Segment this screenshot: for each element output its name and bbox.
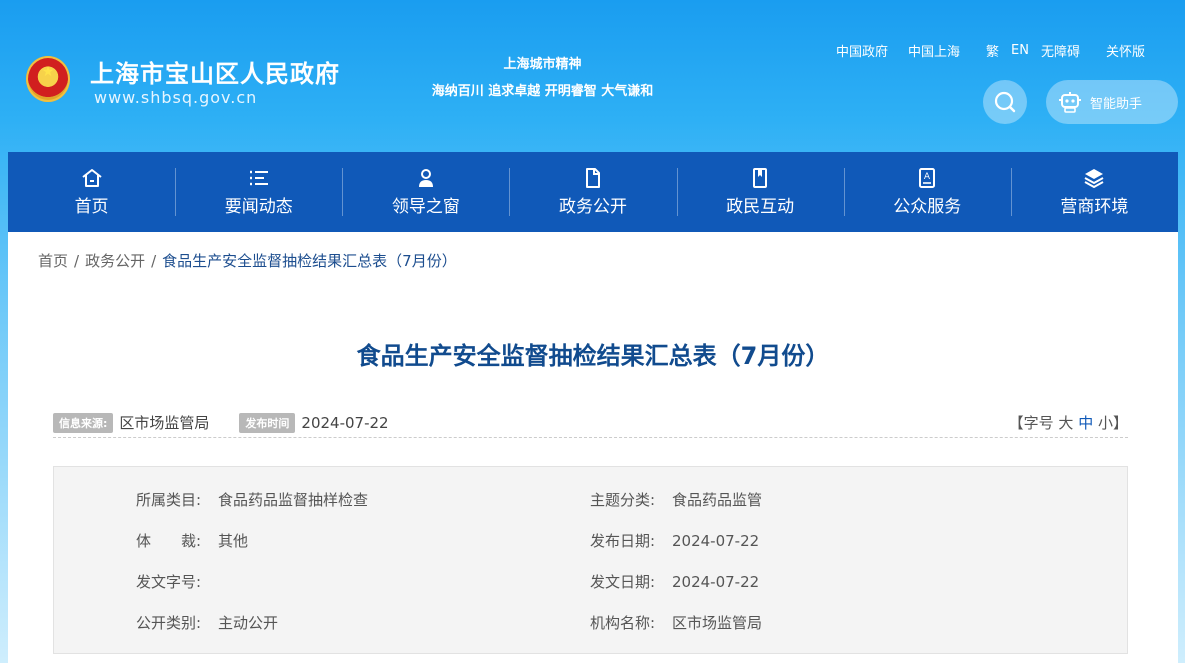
document-icon bbox=[585, 167, 600, 188]
breadcrumb-home[interactable]: 首页 bbox=[38, 250, 68, 271]
layers-icon bbox=[1084, 168, 1104, 188]
info-key: 体 裁: bbox=[136, 532, 202, 550]
list-icon bbox=[249, 170, 268, 185]
info-organization: 机构名称: 区市场监管局 bbox=[590, 612, 762, 633]
nav-item-news[interactable]: 要闻动态 bbox=[175, 152, 342, 232]
nav-item-label: 公众服务 bbox=[893, 196, 962, 217]
info-value: 2024-07-22 bbox=[672, 573, 760, 591]
nav-item-interaction[interactable]: 政民互动 bbox=[676, 152, 844, 232]
smart-assistant-label: 智能助手 bbox=[1090, 96, 1143, 112]
nav-item-gov-affairs[interactable]: 政务公开 bbox=[509, 152, 676, 232]
bookmark-icon bbox=[753, 167, 768, 188]
smart-assistant-button[interactable]: 智能助手 bbox=[1046, 80, 1178, 124]
info-docno: 发文字号: bbox=[136, 571, 218, 592]
person-icon bbox=[418, 168, 433, 187]
font-size-small-button[interactable]: 小】 bbox=[1098, 414, 1128, 432]
info-value: 食品药品监督抽样检查 bbox=[218, 491, 369, 509]
info-pubdate: 发布日期: 2024-07-22 bbox=[590, 530, 759, 551]
main-content: 首页 / 政务公开 / 食品生产安全监督抽检结果汇总表（7月份） 食品生产安全监… bbox=[8, 232, 1178, 663]
info-value: 其他 bbox=[218, 532, 249, 550]
nav-item-label: 政务公开 bbox=[558, 196, 627, 217]
national-emblem-icon bbox=[26, 56, 70, 102]
nav-item-business[interactable]: 营商环境 bbox=[1010, 152, 1178, 232]
info-issue-date: 发文日期: 2024-07-22 bbox=[590, 571, 759, 592]
main-nav: 首页 要闻动态 领导之窗 政务公开 政民互动 A 公众服务 营商环境 bbox=[8, 152, 1178, 232]
nav-item-public-service[interactable]: A 公众服务 bbox=[843, 152, 1011, 232]
form-icon: A bbox=[919, 167, 936, 188]
site-name[interactable]: 上海市宝山区人民政府 bbox=[90, 54, 340, 89]
info-key: 发布日期: bbox=[590, 532, 656, 550]
breadcrumb-separator: / bbox=[74, 251, 80, 270]
info-value: 2024-07-22 bbox=[672, 532, 760, 550]
info-genre: 体 裁: 其他 bbox=[136, 530, 248, 551]
link-traditional[interactable]: 繁 bbox=[986, 41, 999, 60]
breadcrumb-separator: / bbox=[151, 251, 157, 270]
breadcrumb-current: 食品生产安全监督抽检结果汇总表（7月份） bbox=[162, 252, 457, 270]
nav-item-label: 营商环境 bbox=[1060, 196, 1129, 217]
font-size-medium-button[interactable]: 中 bbox=[1078, 414, 1093, 432]
article-meta: 信息来源: 区市场监管局 发布时间 2024-07-22 【字号 大 中 小】 bbox=[53, 408, 1128, 438]
document-info-box: 所属类目: 食品药品监督抽样检查 主题分类: 食品药品监管 体 裁: 其他 发布日期:… bbox=[53, 466, 1128, 654]
info-open-category: 公开类别: 主动公开 bbox=[136, 612, 278, 633]
info-value: 主动公开 bbox=[218, 614, 279, 632]
link-shanghai[interactable]: 中国上海 bbox=[908, 41, 960, 60]
info-category: 所属类目: 食品药品监督抽样检查 bbox=[136, 489, 368, 510]
info-value: 区市场监管局 bbox=[672, 614, 763, 632]
link-accessibility[interactable]: 无障碍 bbox=[1041, 41, 1080, 60]
nav-item-label: 要闻动态 bbox=[224, 196, 293, 217]
nav-item-home[interactable]: 首页 bbox=[8, 152, 175, 232]
nav-item-label: 政民互动 bbox=[726, 196, 795, 217]
nav-item-label: 首页 bbox=[74, 196, 109, 217]
home-icon bbox=[81, 168, 102, 187]
date-badge: 发布时间 bbox=[239, 412, 296, 433]
date-value: 2024-07-22 bbox=[301, 413, 389, 432]
nav-item-leaders[interactable]: 领导之窗 bbox=[342, 152, 509, 232]
info-key: 机构名称: bbox=[590, 614, 656, 632]
robot-icon bbox=[1059, 92, 1081, 113]
info-value: 食品药品监管 bbox=[672, 491, 763, 509]
search-button[interactable] bbox=[983, 80, 1027, 124]
font-size-large-button[interactable]: 大 bbox=[1058, 414, 1073, 432]
info-key: 主题分类: bbox=[590, 491, 656, 509]
info-key: 公开类别: bbox=[136, 614, 202, 632]
nav-item-label: 领导之窗 bbox=[391, 196, 460, 217]
breadcrumb-section[interactable]: 政务公开 bbox=[85, 250, 145, 271]
info-key: 所属类目: bbox=[136, 491, 202, 509]
city-spirit-title: 上海城市精神 bbox=[503, 57, 582, 72]
search-icon bbox=[994, 91, 1016, 113]
link-english[interactable]: EN bbox=[1011, 43, 1029, 58]
info-key: 发文日期: bbox=[590, 573, 656, 591]
info-topic: 主题分类: 食品药品监管 bbox=[590, 489, 762, 510]
top-links: 中国政府 中国上海 繁 EN 无障碍 关怀版 bbox=[836, 41, 1145, 60]
link-care-version[interactable]: 关怀版 bbox=[1106, 41, 1145, 60]
link-china-gov[interactable]: 中国政府 bbox=[836, 41, 888, 60]
font-size-control: 【字号 大 中 小】 bbox=[1009, 412, 1128, 433]
site-header: 上海市宝山区人民政府 www.shbsq.gov.cn 上海城市精神 海纳百川 … bbox=[0, 0, 1185, 152]
source-value: 区市场监管局 bbox=[119, 414, 210, 432]
site-url: www.shbsq.gov.cn bbox=[94, 88, 258, 107]
source-badge: 信息来源: bbox=[53, 412, 114, 433]
page-title: 食品生产安全监督抽检结果汇总表（7月份） bbox=[356, 342, 830, 370]
svg-text:A: A bbox=[924, 172, 931, 182]
city-spirit-text: 海纳百川 追求卓越 开明睿智 大气谦和 bbox=[431, 84, 654, 99]
info-key: 发文字号: bbox=[136, 573, 202, 591]
breadcrumb: 首页 / 政务公开 / 食品生产安全监督抽检结果汇总表（7月份） bbox=[38, 250, 457, 271]
font-size-label: 【字号 bbox=[1008, 414, 1054, 432]
